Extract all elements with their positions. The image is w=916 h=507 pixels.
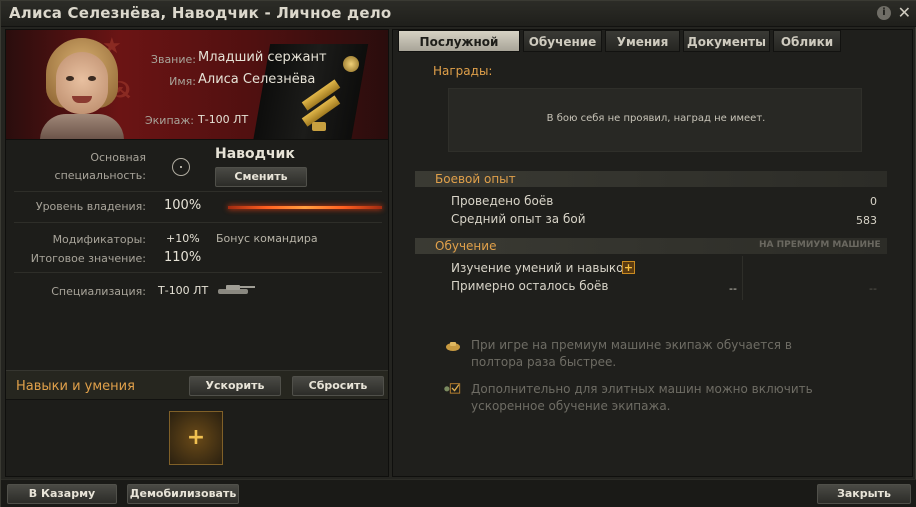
specialization-value: Т-100 ЛТ: [158, 284, 209, 297]
battles-left-premium-value: --: [869, 282, 877, 295]
name-label: Имя:: [169, 75, 196, 88]
battles-left-label: Примерно осталось боёв: [451, 279, 609, 293]
crew-label: Экипаж:: [144, 114, 194, 127]
avg-xp-label: Средний опыт за бой: [451, 212, 586, 226]
skills-title: Навыки и умения: [16, 379, 135, 394]
specialty-label-2: специальность:: [54, 169, 146, 182]
no-awards-text: В бою себя не проявил, наград не имеет.: [546, 113, 766, 124]
rank-label: Звание:: [150, 53, 196, 66]
rank-value: Младший сержант: [198, 50, 327, 65]
column-divider: [742, 256, 743, 300]
divider: [14, 222, 382, 223]
elite-checkbox-icon: [444, 383, 461, 394]
avg-xp-value: 583: [856, 214, 877, 227]
modifiers-value: +10%: [166, 232, 200, 245]
premium-info-text: При игре на премиум машине экипаж обучае…: [471, 338, 792, 369]
divider: [14, 272, 382, 273]
footer-bar: В Казарму Демобилизовать Закрыть: [1, 479, 916, 507]
window-title: Алиса Селезнёва, Наводчик - Личное дело: [9, 4, 392, 22]
personal-file-window: Алиса Селезнёва, Наводчик - Личное дело …: [0, 0, 916, 507]
record-panel: Послужной список Обучение Умения Докумен…: [392, 29, 913, 477]
specialization-label: Специализация:: [51, 285, 146, 298]
proficiency-value: 100%: [164, 198, 202, 213]
tab-skins[interactable]: Облики: [773, 30, 841, 52]
demobilize-button[interactable]: Демобилизовать: [127, 484, 239, 504]
modifiers-label: Модификаторы:: [52, 233, 146, 246]
total-value: 110%: [164, 250, 202, 265]
name-value: Алиса Селезнёва: [198, 72, 316, 87]
proficiency-label: Уровень владения:: [35, 200, 146, 213]
awards-box: В бою себя не проявил, наград не имеет.: [448, 88, 862, 152]
tab-training[interactable]: Обучение: [523, 30, 602, 52]
strap-button-icon: [343, 56, 359, 72]
tab-service-record[interactable]: Послужной список: [398, 30, 520, 71]
crew-member-panel: ★ ☭ Звание: Младший сержант Имя: Алиса С…: [5, 29, 389, 477]
accelerate-button[interactable]: Ускорить: [189, 376, 281, 396]
combat-title: Боевой опыт: [435, 172, 516, 186]
battles-left-value: --: [729, 282, 737, 295]
crosshair-icon: [172, 158, 190, 176]
barracks-button[interactable]: В Казарму: [7, 484, 117, 504]
battles-label: Проведено боёв: [451, 194, 554, 208]
awards-label: Награды:: [433, 64, 493, 78]
specialty-label-1: Основная: [90, 151, 146, 164]
tab-skills[interactable]: Умения: [605, 30, 680, 52]
proficiency-bar: [228, 206, 382, 209]
reset-skills-button[interactable]: Сбросить: [292, 376, 384, 396]
title-bar: Алиса Селезнёва, Наводчик - Личное дело …: [1, 1, 916, 27]
tank-emblem-icon: [312, 122, 326, 131]
divider: [14, 191, 382, 192]
premium-tank-icon: [446, 342, 460, 351]
combat-section-header: Боевой опыт: [415, 171, 887, 187]
add-skill-small-button[interactable]: +: [622, 261, 635, 274]
commander-bonus-note: Бонус командира: [216, 232, 318, 245]
elite-info-text: Дополнительно для элитных машин можно вк…: [471, 382, 813, 413]
skills-study-label: Изучение умений и навыков:: [451, 261, 635, 275]
close-icon[interactable]: ✕: [898, 3, 911, 22]
portrait-area: ★ ☭ Звание: Младший сержант Имя: Алиса С…: [6, 30, 388, 140]
info-icon[interactable]: i: [877, 6, 891, 20]
training-title: Обучение: [435, 239, 497, 253]
skills-header: Навыки и умения Ускорить Сбросить: [6, 370, 388, 400]
tab-documents[interactable]: Документы: [683, 30, 770, 52]
total-label: Итоговое значение:: [30, 252, 146, 265]
add-skill-button[interactable]: +: [169, 411, 223, 465]
battles-value: 0: [870, 195, 877, 208]
close-button[interactable]: Закрыть: [817, 484, 911, 504]
change-specialty-button[interactable]: Сменить: [215, 167, 307, 187]
specialty-value: Наводчик: [215, 146, 295, 162]
premium-vehicle-tag: НА ПРЕМИУМ МАШИНЕ: [759, 240, 881, 250]
tank-icon: [218, 285, 255, 294]
crew-value: Т-100 ЛТ: [198, 113, 249, 126]
